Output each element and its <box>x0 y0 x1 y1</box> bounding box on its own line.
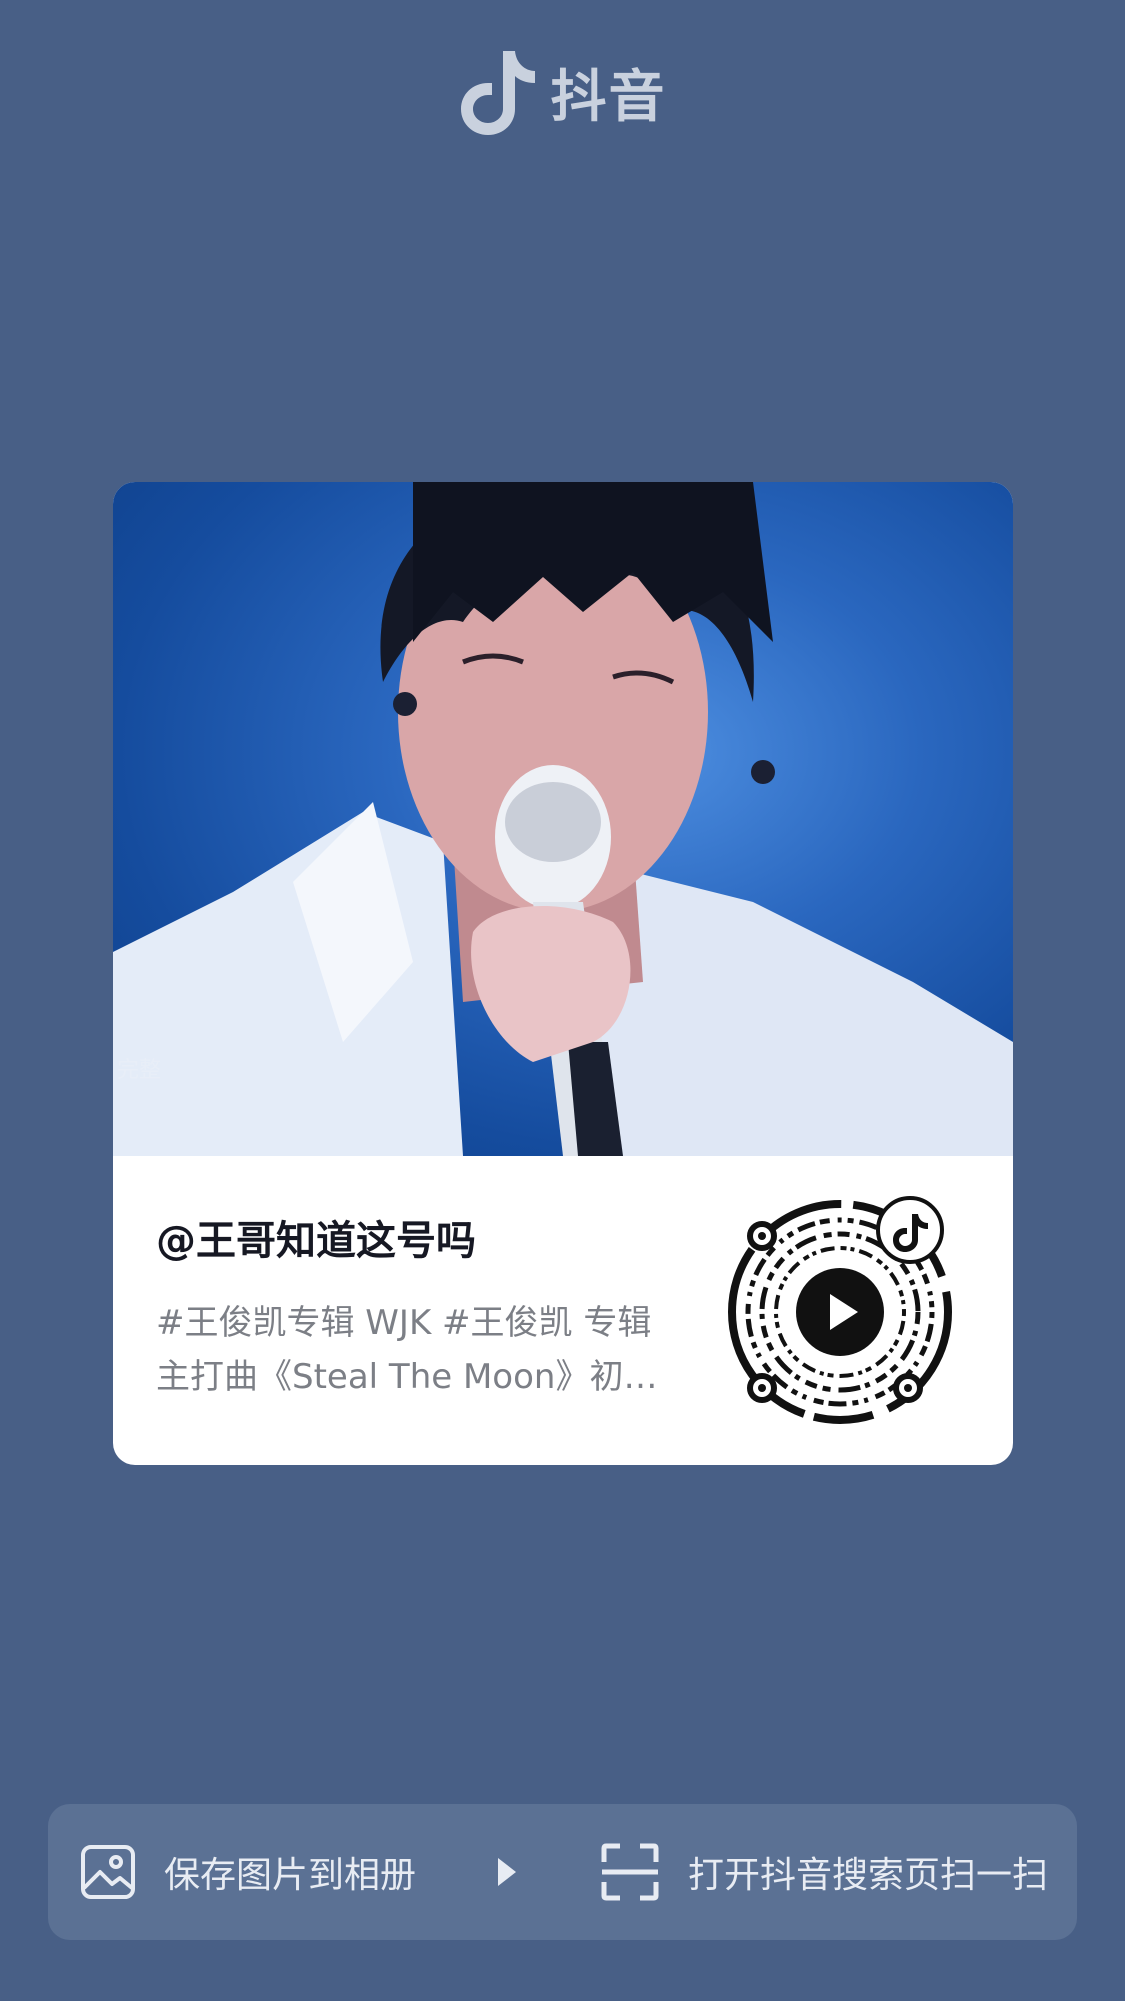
douyin-logo: 抖音 <box>0 44 1125 140</box>
logo-text: 抖音 <box>550 64 667 130</box>
video-cover[interactable]: 完整 <box>113 482 1013 1156</box>
open-scan-button[interactable]: 打开抖音搜索页扫一扫 <box>600 1804 1048 1940</box>
video-description: #王俊凯专辑 WJK #王俊凯 专辑 主打曲《Steal The Moon》初… <box>156 1303 658 1397</box>
cover-illustration <box>113 482 1013 1156</box>
scan-icon <box>601 1843 659 1901</box>
share-card: 完整 @王哥知道这号吗 #王俊凯专辑 WJK #王俊凯 专辑 主打曲《Steal… <box>113 482 1013 1465</box>
author-name[interactable]: @王哥知道这号吗 <box>156 1208 476 1266</box>
play-arrow-icon <box>498 1858 516 1886</box>
douyin-note-icon <box>460 51 535 135</box>
image-icon <box>81 1845 135 1899</box>
card-info: @王哥知道这号吗 #王俊凯专辑 WJK #王俊凯 专辑 主打曲《Steal Th… <box>113 1156 1013 1465</box>
cover-watermark: 完整 <box>117 1058 162 1083</box>
save-label: 保存图片到相册 <box>164 1855 417 1896</box>
save-to-album-button[interactable]: 保存图片到相册 <box>80 1804 416 1940</box>
douyin-qr-code <box>728 1196 952 1424</box>
scan-label: 打开抖音搜索页扫一扫 <box>688 1855 1049 1896</box>
bottom-action-bar: 保存图片到相册 打开抖音搜索页扫一扫 <box>48 1804 1077 1940</box>
